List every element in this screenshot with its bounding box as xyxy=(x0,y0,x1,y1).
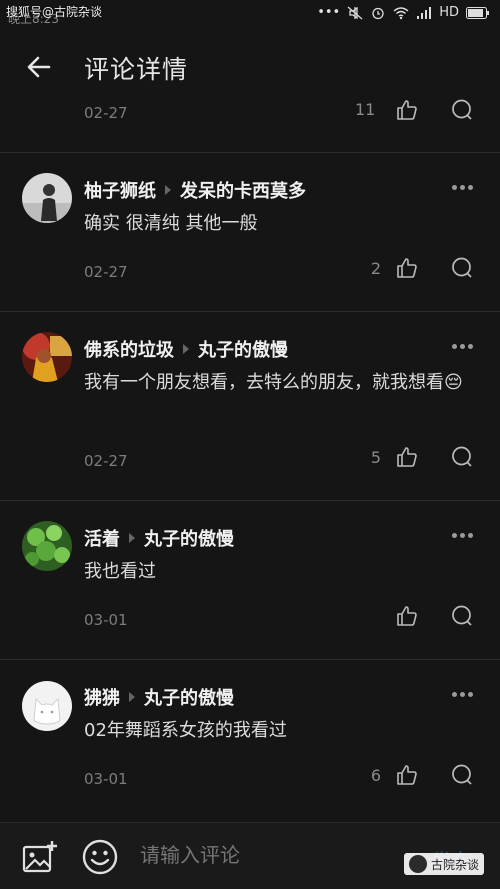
comment-text: 我也看过 xyxy=(84,561,156,582)
like-count: 5 xyxy=(370,448,381,467)
reply-arrow-icon xyxy=(165,185,171,195)
comment-item: 佛系的垃圾 丸子的傲慢 我有一个朋友想看，去特么的朋友，就我想看😔 02-27 … xyxy=(0,312,500,500)
comment-text: 02年舞蹈系女孩的我看过 xyxy=(84,720,287,741)
more-dots-icon: ••• xyxy=(317,5,341,20)
comment-date: 03-01 xyxy=(84,770,128,788)
like-count: 11 xyxy=(355,100,376,119)
comment-header: 活着 丸子的傲慢 xyxy=(84,525,234,551)
reply-to-name[interactable]: 丸子的傲慢 xyxy=(144,684,234,710)
author-name[interactable]: 活着 xyxy=(84,525,120,551)
comment-date: 02-27 xyxy=(84,452,128,470)
thumbs-up-icon[interactable] xyxy=(395,256,419,280)
reply-arrow-icon xyxy=(183,344,189,354)
comment-date: 02-27 xyxy=(84,263,128,281)
reply-bubble-icon[interactable] xyxy=(450,604,474,628)
reply-arrow-icon xyxy=(129,533,135,543)
wechat-logo-icon xyxy=(409,855,427,873)
battery-icon xyxy=(466,6,489,19)
emoji-icon[interactable] xyxy=(82,839,118,875)
comment-input-bar: 发布 古院杂谈 xyxy=(0,822,500,889)
comment-item: 活着 丸子的傲慢 我也看过 03-01 xyxy=(0,501,500,659)
page-title: 评论详情 xyxy=(84,55,189,84)
back-arrow-icon[interactable] xyxy=(22,50,56,84)
comment-header: 柚子狮纸 发呆的卡西莫多 xyxy=(84,177,306,203)
like-count: 2 xyxy=(370,259,381,278)
author-name[interactable]: 柚子狮纸 xyxy=(84,177,156,203)
reply-to-name[interactable]: 丸子的傲慢 xyxy=(198,336,288,362)
comment-header: 佛系的垃圾 丸子的傲慢 xyxy=(84,336,288,362)
comment-item: 狒狒 丸子的傲慢 02年舞蹈系女孩的我看过 03-01 6 xyxy=(0,660,500,820)
reply-to-name[interactable]: 发呆的卡西莫多 xyxy=(180,177,306,203)
comment-input[interactable] xyxy=(140,843,380,867)
watermark-badge: 古院杂谈 xyxy=(404,853,485,875)
avatar[interactable] xyxy=(22,332,72,382)
thumbs-up-icon[interactable] xyxy=(395,604,419,628)
comment-item: 柚子狮纸 发呆的卡西莫多 确实 很清纯 其他一般 02-27 2 xyxy=(0,153,500,311)
add-image-icon[interactable] xyxy=(22,839,58,873)
reply-to-name[interactable]: 丸子的傲慢 xyxy=(144,525,234,551)
author-name[interactable]: 狒狒 xyxy=(84,684,120,710)
more-options-icon[interactable] xyxy=(452,533,473,538)
avatar[interactable] xyxy=(22,521,72,571)
signal-icon xyxy=(417,6,432,19)
alarm-icon xyxy=(372,7,384,19)
comment-partial: 02-27 11 xyxy=(0,96,500,152)
like-count: 6 xyxy=(370,766,381,785)
reply-arrow-icon xyxy=(129,692,135,702)
reply-bubble-icon[interactable] xyxy=(450,763,474,787)
thumbs-up-icon[interactable] xyxy=(395,763,419,787)
more-options-icon[interactable] xyxy=(452,692,473,697)
comment-text: 我有一个朋友想看，去特么的朋友，就我想看😔 xyxy=(84,372,463,393)
watermark-text: 搜狐号@古院杂谈 xyxy=(6,5,103,19)
mute-icon xyxy=(347,6,363,19)
avatar-person-bw-image xyxy=(22,173,72,223)
avatar[interactable] xyxy=(22,173,72,223)
comment-date: 03-01 xyxy=(84,611,128,629)
avatar-green-leaves-image xyxy=(22,521,72,571)
author-name[interactable]: 佛系的垃圾 xyxy=(84,336,174,362)
avatar[interactable] xyxy=(22,681,72,731)
reply-bubble-icon[interactable] xyxy=(450,256,474,280)
watermark-text: 古院杂谈 xyxy=(431,857,480,872)
reply-bubble-icon[interactable] xyxy=(450,445,474,469)
avatar-red-figure-image xyxy=(22,332,72,382)
thumbs-up-icon[interactable] xyxy=(395,98,419,122)
reply-bubble-icon[interactable] xyxy=(450,98,474,122)
avatar-white-cat-image xyxy=(22,681,72,731)
more-options-icon[interactable] xyxy=(452,344,473,349)
status-bar: 晚上8:23 搜狐号@古院杂谈 ••• HD xyxy=(0,0,500,28)
wifi-icon xyxy=(393,6,409,19)
more-options-icon[interactable] xyxy=(452,185,473,190)
comment-text: 确实 很清纯 其他一般 xyxy=(84,213,258,234)
status-icons: ••• HD xyxy=(317,5,490,20)
thumbs-up-icon[interactable] xyxy=(395,445,419,469)
network-label: HD xyxy=(439,5,459,20)
comment-date: 02-27 xyxy=(84,104,128,122)
comment-header: 狒狒 丸子的傲慢 xyxy=(84,684,234,710)
